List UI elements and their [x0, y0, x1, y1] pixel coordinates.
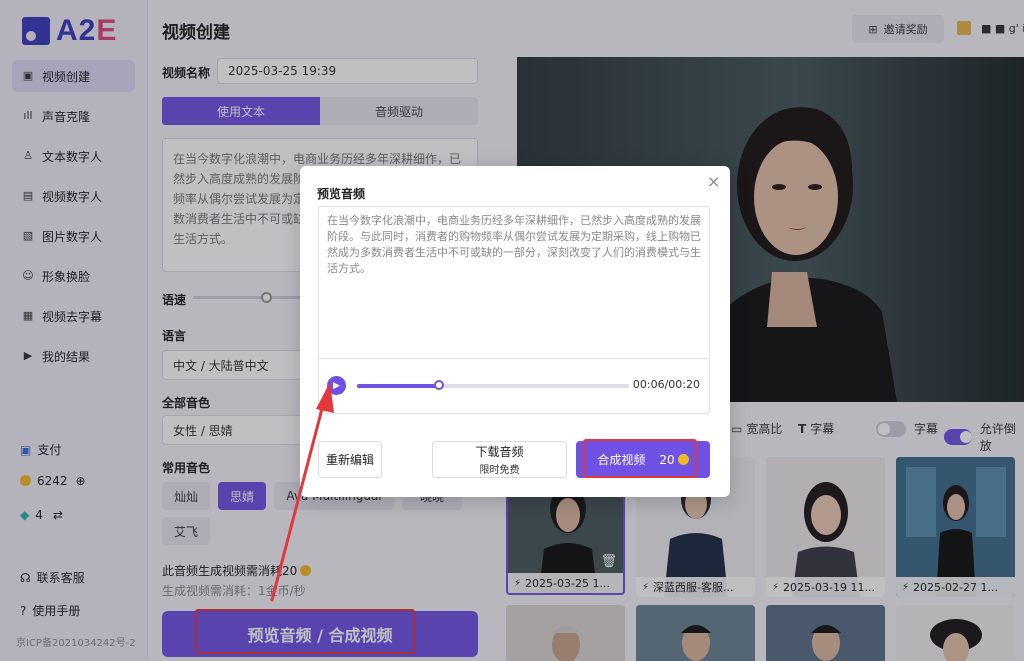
download-sublabel: 限时免费 — [479, 465, 520, 476]
audio-progress-track[interactable] — [357, 384, 629, 388]
audio-player: ▶ 00:06/00:20 — [319, 358, 709, 413]
audio-time: 00:06/00:20 — [632, 378, 700, 391]
preview-text: 在当今数字化浪潮中，电商业务历经多年深耕细作，已然步入高度成熟的发展阶段。与此同… — [327, 214, 701, 275]
close-icon[interactable]: × — [707, 172, 720, 191]
re-edit-label: 重新编辑 — [325, 453, 374, 467]
play-icon[interactable]: ▶ — [327, 376, 346, 395]
audio-progress-fill — [357, 384, 439, 388]
re-edit-button[interactable]: 重新编辑 — [318, 441, 382, 478]
download-label: 下载音频 — [475, 445, 524, 459]
preview-audio-dialog: 预览音频 × 在当今数字化浪潮中，电商业务历经多年深耕细作，已然步入高度成熟的发… — [300, 166, 730, 497]
preview-text-box: 在当今数字化浪潮中，电商业务历经多年深耕细作，已然步入高度成熟的发展阶段。与此同… — [318, 206, 710, 414]
audio-progress-knob[interactable] — [433, 380, 444, 390]
dialog-title: 预览音频 — [317, 187, 366, 201]
download-audio-button[interactable]: 下载音频 限时免费 — [432, 441, 567, 478]
highlight-box-compose — [583, 439, 697, 478]
